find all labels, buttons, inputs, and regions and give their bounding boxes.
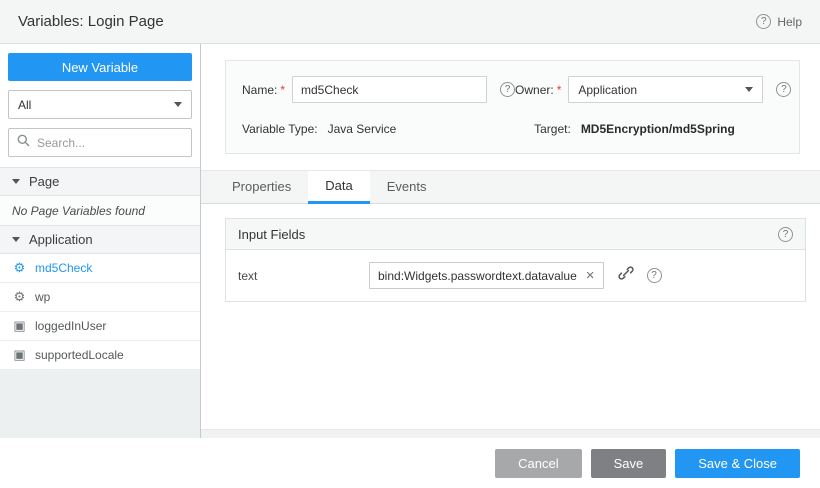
variables-sidebar: New Variable All Page No Page Variables … — [0, 44, 201, 438]
input-fields-header: Input Fields ? — [226, 219, 805, 250]
cancel-button[interactable]: Cancel — [495, 449, 581, 478]
input-fields-panel: Input Fields ? text bind:Widgets.passwor… — [225, 218, 806, 302]
variable-item-label: wp — [35, 290, 50, 304]
variable-item-label: supportedLocale — [35, 348, 124, 362]
page-empty-message: No Page Variables found — [0, 196, 200, 225]
field-help-icon[interactable]: ? — [647, 268, 662, 283]
input-fields-help-icon[interactable]: ? — [778, 227, 793, 242]
variable-type-group: Variable Type: Java Service — [242, 122, 534, 136]
service-variable-icon: ⚙ — [12, 289, 27, 305]
target-value: MD5Encryption/md5Spring — [581, 122, 735, 136]
collapse-caret-icon — [12, 179, 20, 184]
collapse-caret-icon — [12, 237, 20, 242]
bind-expression-value: bind:Widgets.passwordtext.datavalue — [378, 269, 577, 283]
owner-help-icon[interactable]: ? — [776, 82, 791, 97]
input-fields-title: Input Fields — [238, 227, 305, 242]
variable-item-md5check[interactable]: ⚙ md5Check — [0, 254, 200, 283]
help-button[interactable]: ? Help — [756, 14, 802, 29]
tree-section-page[interactable]: Page — [0, 167, 200, 196]
type-target-row: Variable Type: Java Service Target: MD5E… — [242, 122, 783, 136]
help-icon: ? — [756, 14, 771, 29]
filter-selected-value: All — [18, 98, 31, 112]
search-icon — [17, 134, 30, 152]
variable-item-loggedinuser[interactable]: ▣ loggedInUser — [0, 312, 200, 341]
bind-expression-field[interactable]: bind:Widgets.passwordtext.datavalue × — [369, 262, 604, 289]
variable-item-supportedlocale[interactable]: ▣ supportedLocale — [0, 341, 200, 370]
variable-search[interactable] — [8, 128, 192, 157]
name-input[interactable] — [292, 76, 487, 103]
chevron-down-icon — [745, 87, 753, 92]
bind-link-button[interactable] — [618, 265, 634, 286]
variable-type-label: Variable Type: — [242, 122, 318, 136]
search-input[interactable] — [37, 136, 183, 150]
help-label: Help — [777, 15, 802, 29]
dialog-header: Variables: Login Page ? Help — [0, 0, 820, 44]
name-label: Name: — [242, 83, 277, 97]
owner-select[interactable]: Application — [568, 76, 763, 103]
horizontal-scrollbar[interactable] — [201, 429, 820, 438]
target-label: Target: — [534, 122, 571, 136]
name-field-group: Name: * ? — [242, 76, 515, 103]
save-button[interactable]: Save — [591, 449, 667, 478]
tab-data[interactable]: Data — [308, 171, 369, 204]
tab-events[interactable]: Events — [370, 171, 444, 204]
tree-section-application[interactable]: Application — [0, 225, 200, 254]
owner-label: Owner: — [515, 83, 554, 97]
target-group: Target: MD5Encryption/md5Spring — [534, 122, 735, 136]
name-help-icon[interactable]: ? — [500, 82, 515, 97]
owner-field-group: Owner: * Application ? — [515, 76, 791, 103]
variable-type-value: Java Service — [328, 122, 397, 136]
chevron-down-icon — [174, 102, 182, 107]
tree-section-application-label: Application — [29, 232, 93, 247]
variables-dialog: Variables: Login Page ? Help New Variabl… — [0, 0, 820, 488]
name-owner-row: Name: * ? Owner: * Application ? — [242, 76, 783, 103]
tab-properties[interactable]: Properties — [215, 171, 308, 204]
model-variable-icon: ▣ — [12, 318, 27, 334]
variable-filter-select[interactable]: All — [8, 90, 192, 119]
data-tab-content: Input Fields ? text bind:Widgets.passwor… — [201, 204, 820, 302]
dialog-body: New Variable All Page No Page Variables … — [0, 44, 820, 438]
field-name-label: text — [238, 269, 369, 283]
variable-item-label: loggedInUser — [35, 319, 106, 333]
variable-summary-panel: Name: * ? Owner: * Application ? — [225, 60, 800, 154]
page-title: Variables: Login Page — [18, 13, 164, 30]
link-icon — [618, 265, 634, 286]
owner-selected-value: Application — [578, 83, 637, 97]
tree-section-page-label: Page — [29, 174, 59, 189]
model-variable-icon: ▣ — [12, 347, 27, 363]
input-fields-body: text bind:Widgets.passwordtext.datavalue… — [226, 250, 805, 301]
detail-tabs: Properties Data Events — [201, 170, 820, 204]
required-mark: * — [557, 83, 562, 97]
required-mark: * — [280, 83, 285, 97]
dialog-footer: Cancel Save Save & Close — [0, 438, 820, 488]
clear-binding-icon[interactable]: × — [586, 268, 595, 283]
service-variable-icon: ⚙ — [12, 260, 27, 276]
sidebar-controls: New Variable All — [0, 44, 200, 167]
variable-item-label: md5Check — [35, 261, 92, 275]
variable-item-wp[interactable]: ⚙ wp — [0, 283, 200, 312]
variable-detail-pane: Name: * ? Owner: * Application ? — [201, 44, 820, 438]
save-close-button[interactable]: Save & Close — [675, 449, 800, 478]
new-variable-button[interactable]: New Variable — [8, 53, 192, 81]
